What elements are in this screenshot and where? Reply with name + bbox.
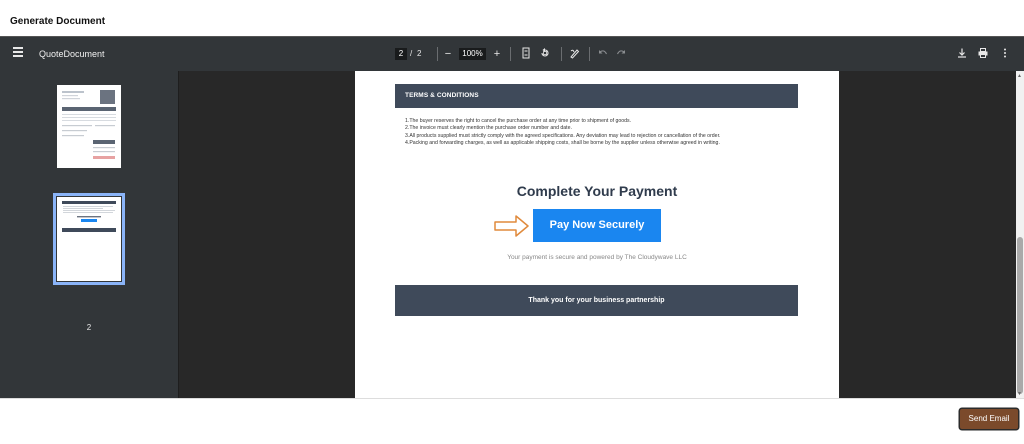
- term-item: 1.The buyer reserves the right to cancel…: [405, 118, 632, 124]
- page-thumbnail-1[interactable]: [57, 85, 121, 168]
- download-icon[interactable]: [955, 47, 969, 61]
- page-header: Generate Document: [0, 0, 1024, 36]
- page-thumbnail-2[interactable]: [53, 193, 125, 285]
- footer: Send Email: [0, 398, 1024, 444]
- thanks-text: Thank you for your business partnership: [528, 297, 665, 304]
- page-number-input[interactable]: 2: [395, 48, 407, 60]
- term-item: 4.Packing and forwarding charges, as wel…: [405, 140, 720, 147]
- thumbnail-label-2: 2: [86, 323, 92, 332]
- terms-header: TERMS & CONDITIONS: [395, 84, 798, 108]
- pay-now-button[interactable]: Pay Now Securely: [533, 209, 661, 242]
- zoom-out-button[interactable]: −: [441, 47, 455, 61]
- fit-page-icon[interactable]: [519, 47, 533, 61]
- zoom-input[interactable]: 100%: [459, 48, 486, 60]
- undo-icon[interactable]: [596, 47, 610, 61]
- pdf-page: TERMS & CONDITIONS 1.The buyer reserves …: [355, 71, 839, 399]
- scrollbar[interactable]: ▲ ▼: [1016, 71, 1024, 399]
- zoom-in-button[interactable]: +: [490, 47, 504, 61]
- terms-title: TERMS & CONDITIONS: [405, 92, 479, 99]
- document-canvas: TERMS & CONDITIONS 1.The buyer reserves …: [179, 71, 1016, 399]
- payment-heading: Complete Your Payment: [516, 183, 678, 199]
- print-icon[interactable]: [976, 47, 990, 61]
- page-separator: /: [410, 49, 413, 58]
- rotate-icon[interactable]: [538, 47, 552, 61]
- pdf-viewer: QuoteDocument 2 / 2 − 100% + 2 TERMS & C…: [0, 36, 1024, 399]
- thumbnail-sidebar: 1 2: [0, 71, 179, 399]
- scroll-down-icon[interactable]: ▼: [1017, 391, 1022, 397]
- toolbar-divider: [437, 47, 438, 61]
- page-total: 2: [417, 49, 422, 58]
- send-email-button[interactable]: Send Email: [960, 409, 1018, 429]
- annotate-icon[interactable]: [568, 47, 582, 61]
- toolbar-divider: [510, 47, 511, 61]
- more-options-icon[interactable]: [998, 47, 1012, 61]
- terms-list: 1.The buyer reserves the right to cancel…: [405, 118, 795, 148]
- arrow-right-icon: [494, 215, 530, 237]
- toolbar-divider: [561, 47, 562, 61]
- viewer-toolbar: QuoteDocument 2 / 2 − 100% +: [0, 37, 1024, 71]
- secure-payment-note: Your payment is secure and powered by Th…: [507, 254, 687, 261]
- scroll-thumb[interactable]: [1017, 237, 1023, 394]
- redo-icon[interactable]: [614, 47, 628, 61]
- document-name: QuoteDocument: [39, 49, 105, 59]
- thanks-banner: Thank you for your business partnership: [395, 285, 798, 316]
- scroll-up-icon[interactable]: ▲: [1017, 73, 1022, 79]
- page-title: Generate Document: [10, 16, 106, 27]
- term-item: 3.All products supplied must strictly co…: [405, 132, 721, 139]
- term-item: 2.The invoice must clearly mention the p…: [405, 125, 572, 132]
- menu-icon[interactable]: [13, 47, 25, 59]
- toolbar-divider: [589, 47, 590, 61]
